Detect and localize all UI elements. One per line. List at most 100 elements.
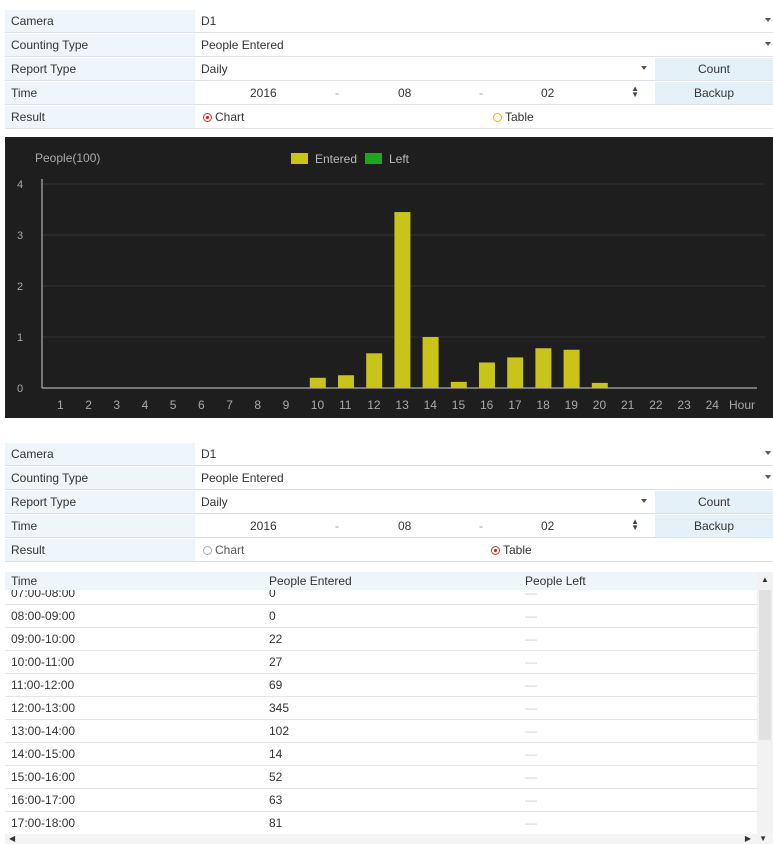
x-tick-label: 7 — [226, 398, 233, 412]
bar-hour-13 — [394, 212, 411, 388]
spinner-icon[interactable]: ▲ ▼ — [631, 85, 639, 99]
time-row: Time 2016 - 08 - 02 ▲ ▼ Backup — [5, 82, 773, 105]
counting-type-label: Counting Type — [5, 467, 195, 489]
camera-label: Camera — [5, 443, 195, 465]
result-options: Chart Table — [195, 106, 773, 128]
backup-button[interactable]: Backup — [655, 82, 773, 104]
column-header-time[interactable]: Time — [11, 574, 37, 588]
month-value[interactable]: 08 — [398, 515, 411, 537]
backup-button[interactable]: Backup — [655, 515, 773, 537]
x-tick-label: 22 — [649, 398, 663, 412]
cell-people-entered: 345 — [269, 701, 290, 715]
chevron-down-icon — [765, 451, 771, 455]
chart-svg: 01234People(100) Entered Left1 2 3 4 5 6 7 8 9 10 11… — [17, 151, 765, 412]
scroll-down-icon[interactable]: ▼ — [759, 834, 767, 843]
x-tick-label: 12 — [367, 398, 381, 412]
x-tick-label: 9 — [283, 398, 290, 412]
table-row[interactable]: 15:00-16:00 52 — — [5, 766, 757, 789]
bar-hour-11 — [338, 375, 354, 388]
table-row[interactable]: 09:00-10:00 22 — — [5, 628, 757, 651]
cell-time: 16:00-17:00 — [11, 793, 76, 807]
table-row[interactable]: 13:00-14:00 102 — — [5, 720, 757, 743]
counting-type-value: People Entered — [201, 471, 284, 485]
counting-type-label: Counting Type — [5, 34, 195, 56]
chart-option-label: Chart — [215, 110, 245, 124]
cell-people-left: — — [525, 701, 537, 715]
table-option-label: Table — [503, 543, 532, 557]
day-value[interactable]: 02 — [541, 82, 554, 104]
x-tick-label: 6 — [198, 398, 205, 412]
year-value[interactable]: 2016 — [250, 515, 277, 537]
time-label: Time — [5, 515, 195, 537]
bar-hour-16 — [479, 362, 495, 388]
y-tick-label: 1 — [17, 332, 23, 344]
report-type-select[interactable]: Daily — [195, 58, 655, 80]
date-field[interactable]: 2016 - 08 - 02 ▲ ▼ — [195, 515, 655, 537]
x-tick-label: 21 — [621, 398, 635, 412]
table-row[interactable]: 07:00-08:00 0 — — [5, 590, 757, 605]
spinner-icon[interactable]: ▲ ▼ — [631, 518, 639, 532]
table-row[interactable]: 11:00-12:00 69 — — [5, 674, 757, 697]
camera-select[interactable]: D1 — [195, 10, 773, 32]
vertical-scrollbar[interactable]: ▲ — [757, 572, 773, 834]
x-tick-label: 17 — [508, 398, 522, 412]
counting-type-select[interactable]: People Entered — [195, 467, 773, 489]
cell-time: 17:00-18:00 — [11, 816, 76, 830]
scroll-thumb[interactable] — [759, 590, 771, 740]
cell-people-entered: 0 — [269, 590, 276, 600]
cell-people-entered: 102 — [269, 724, 290, 738]
scroll-left-icon[interactable]: ◀ — [9, 834, 15, 843]
cell-people-entered: 14 — [269, 747, 283, 761]
table-row[interactable]: 16:00-17:00 63 — — [5, 789, 757, 812]
day-value[interactable]: 02 — [541, 515, 554, 537]
table-row[interactable]: 10:00-11:00 27 — — [5, 651, 757, 674]
horizontal-scrollbar[interactable]: ◀ ▶ ▼ — [5, 834, 773, 844]
cell-people-entered: 81 — [269, 816, 283, 830]
cell-time: 10:00-11:00 — [11, 655, 75, 669]
scroll-right-icon[interactable]: ▶ — [745, 834, 751, 843]
count-button[interactable]: Count — [655, 491, 773, 513]
cell-time: 11:00-12:00 — [11, 678, 75, 692]
table-radio[interactable]: Table — [491, 539, 532, 561]
counting-type-row: Counting Type People Entered — [5, 467, 773, 490]
cell-time: 09:00-10:00 — [11, 632, 76, 646]
x-tick-label: 18 — [536, 398, 550, 412]
year-value[interactable]: 2016 — [250, 82, 277, 104]
month-value[interactable]: 08 — [398, 82, 411, 104]
cell-people-left: — — [525, 770, 537, 784]
scroll-up-icon[interactable]: ▲ — [761, 575, 769, 584]
date-field[interactable]: 2016 - 08 - 02 ▲ ▼ — [195, 82, 655, 104]
table-row[interactable]: 17:00-18:00 81 — — [5, 812, 757, 833]
report-type-select[interactable]: Daily — [195, 491, 655, 513]
y-tick-label: 0 — [17, 383, 23, 395]
y-tick-label: 4 — [17, 179, 23, 191]
result-row: Result Chart Table — [5, 539, 773, 562]
date-separator: - — [335, 86, 339, 100]
bar-hour-15 — [450, 381, 467, 388]
table-radio[interactable]: Table — [493, 106, 534, 128]
table-body: 07:00-08:00 0 — 08:00-09:00 0 — 09:00-10:00 22 —… — [5, 590, 757, 833]
table-row[interactable]: 14:00-15:00 14 — — [5, 743, 757, 766]
chart-radio[interactable]: Chart — [203, 106, 244, 128]
cell-people-left: — — [525, 747, 537, 761]
column-header-people-entered[interactable]: People Entered — [269, 574, 352, 588]
column-header-people-left[interactable]: People Left — [525, 574, 586, 588]
camera-label: Camera — [5, 10, 195, 32]
cell-time: 12:00-13:00 — [11, 701, 76, 715]
table-row[interactable]: 12:00-13:00 345 — — [5, 697, 757, 720]
report-type-row: Report Type Daily Count — [5, 491, 773, 514]
x-tick-label: 19 — [565, 398, 579, 412]
camera-select[interactable]: D1 — [195, 443, 773, 465]
count-button[interactable]: Count — [655, 58, 773, 80]
bar-hour-12 — [366, 353, 383, 388]
table-row[interactable]: 08:00-09:00 0 — — [5, 605, 757, 628]
legend-label-entered: Entered — [315, 152, 357, 166]
chart-option-label: Chart — [215, 543, 245, 557]
chart-radio[interactable]: Chart — [203, 539, 244, 561]
cell-people-left: — — [525, 609, 537, 623]
people-count-chart: 0 1 2 3 4 People(100) Entered Left 1 2 3 4 5 6 7 8 9 10 11… — [5, 137, 773, 418]
x-tick-label: 20 — [593, 398, 607, 412]
y-axis-title: People(100) — [35, 151, 100, 165]
cell-people-entered: 0 — [269, 609, 276, 623]
counting-type-select[interactable]: People Entered — [195, 34, 773, 56]
